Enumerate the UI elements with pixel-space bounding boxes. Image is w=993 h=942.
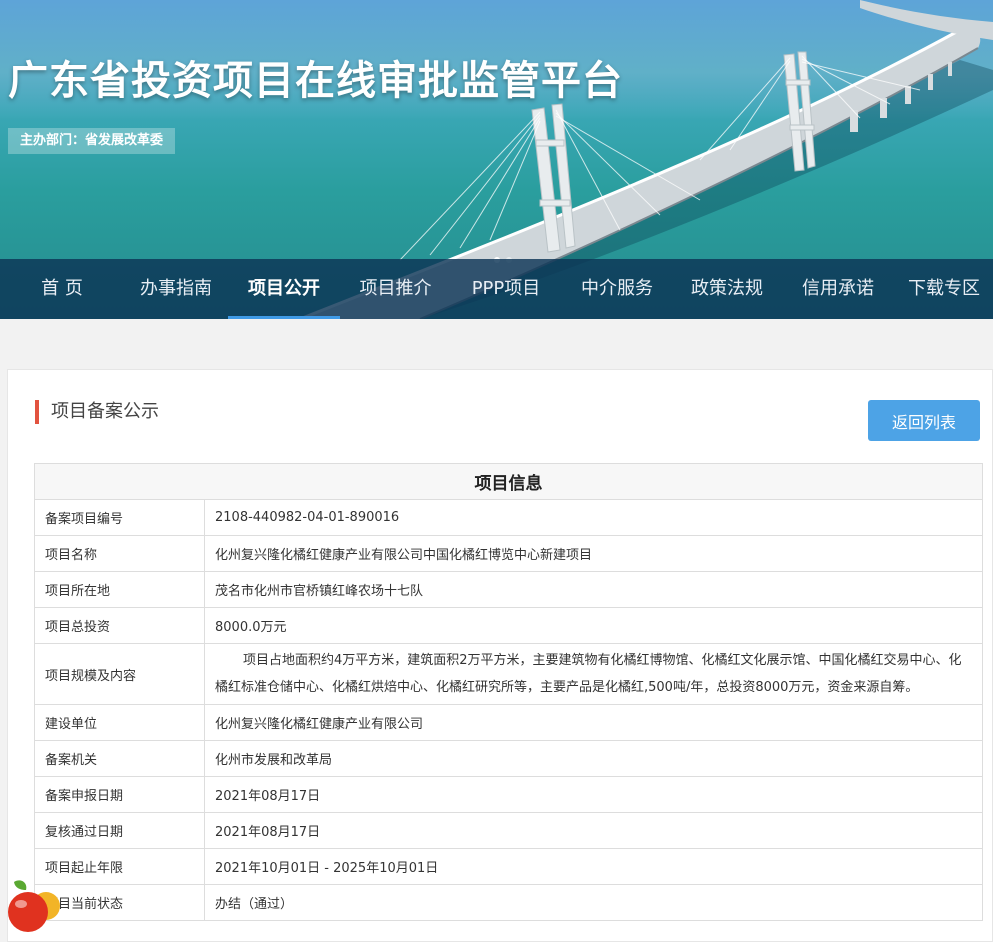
project-info-table: 项目信息 备案项目编号 2108-440982-04-01-890016 项目名…	[34, 463, 983, 921]
sponsor-label: 主办部门：省发展改革委	[8, 128, 176, 154]
row-key: 备案机关	[34, 740, 205, 777]
row-key: 项目所在地	[34, 571, 205, 608]
site-title: 广东省投资项目在线审批监管平台	[8, 58, 623, 104]
row-value: 2021年10月01日 - 2025年10月01日	[204, 848, 983, 885]
section-title: 项目备案公示	[35, 400, 159, 424]
table-row: 项目总投资 8000.0万元	[34, 607, 983, 644]
nav-item-policy[interactable]: 政策法规	[673, 259, 781, 319]
fruit-logo-icon	[8, 880, 60, 932]
nav-item-credit[interactable]: 信用承诺	[781, 259, 895, 319]
row-value: 茂名市化州市官桥镇红峰农场十七队	[204, 571, 983, 608]
table-row: 项目名称 化州复兴隆化橘红健康产业有限公司中国化橘红博览中心新建项目	[34, 535, 983, 572]
nav-item-project-public[interactable]: 项目公开	[228, 259, 340, 319]
row-value: 2021年08月17日	[204, 776, 983, 813]
table-row: 项目所在地 茂名市化州市官桥镇红峰农场十七队	[34, 571, 983, 608]
nav-item-download[interactable]: 下载专区	[895, 259, 993, 319]
table-row: 复核通过日期 2021年08月17日	[34, 812, 983, 849]
row-key: 建设单位	[34, 704, 205, 741]
nav-item-intermediary[interactable]: 中介服务	[561, 259, 673, 319]
back-to-list-button[interactable]: 返回列表	[868, 400, 980, 441]
nav-item-home[interactable]: 首 页	[0, 259, 124, 319]
content-panel: 项目备案公示 返回列表 项目信息 备案项目编号 2108-440982-04-0…	[7, 369, 993, 942]
table-row: 项目规模及内容 项目占地面积约4万平方米，建筑面积2万平方米，主要建筑物有化橘红…	[34, 643, 983, 705]
row-value: 办结（通过）	[204, 884, 983, 921]
row-key: 备案项目编号	[34, 499, 205, 536]
table-row: 项目起止年限 2021年10月01日 - 2025年10月01日	[34, 848, 983, 885]
row-value: 2108-440982-04-01-890016	[204, 499, 983, 536]
row-value: 2021年08月17日	[204, 812, 983, 849]
row-key: 项目规模及内容	[34, 643, 205, 705]
row-value: 化州复兴隆化橘红健康产业有限公司中国化橘红博览中心新建项目	[204, 535, 983, 572]
nav-item-ppp[interactable]: PPP项目	[451, 259, 561, 319]
nav-item-guide[interactable]: 办事指南	[124, 259, 228, 319]
table-row: 建设单位 化州复兴隆化橘红健康产业有限公司	[34, 704, 983, 741]
row-key: 项目名称	[34, 535, 205, 572]
scale-text: 项目占地面积约4万平方米，建筑面积2万平方米，主要建筑物有化橘红博物馆、化橘红文…	[215, 653, 962, 695]
row-key: 项目总投资	[34, 607, 205, 644]
table-row: 项目当前状态 办结（通过）	[34, 884, 983, 921]
row-value: 化州市发展和改革局	[204, 740, 983, 777]
nav-item-project-promotion[interactable]: 项目推介	[340, 259, 451, 319]
table-header: 项目信息	[34, 463, 983, 500]
table-row: 备案机关 化州市发展和改革局	[34, 740, 983, 777]
table-row: 备案项目编号 2108-440982-04-01-890016	[34, 499, 983, 536]
row-value: 化州复兴隆化橘红健康产业有限公司	[204, 704, 983, 741]
table-row: 备案申报日期 2021年08月17日	[34, 776, 983, 813]
table-header-row: 项目信息	[34, 463, 983, 500]
main-nav: 首 页 办事指南 项目公开 项目推介 PPP项目 中介服务 政策法规 信用承诺 …	[0, 259, 993, 319]
row-key: 复核通过日期	[34, 812, 205, 849]
row-key: 备案申报日期	[34, 776, 205, 813]
row-value: 8000.0万元	[204, 607, 983, 644]
row-value-scale: 项目占地面积约4万平方米，建筑面积2万平方米，主要建筑物有化橘红博物馆、化橘红文…	[204, 643, 983, 705]
